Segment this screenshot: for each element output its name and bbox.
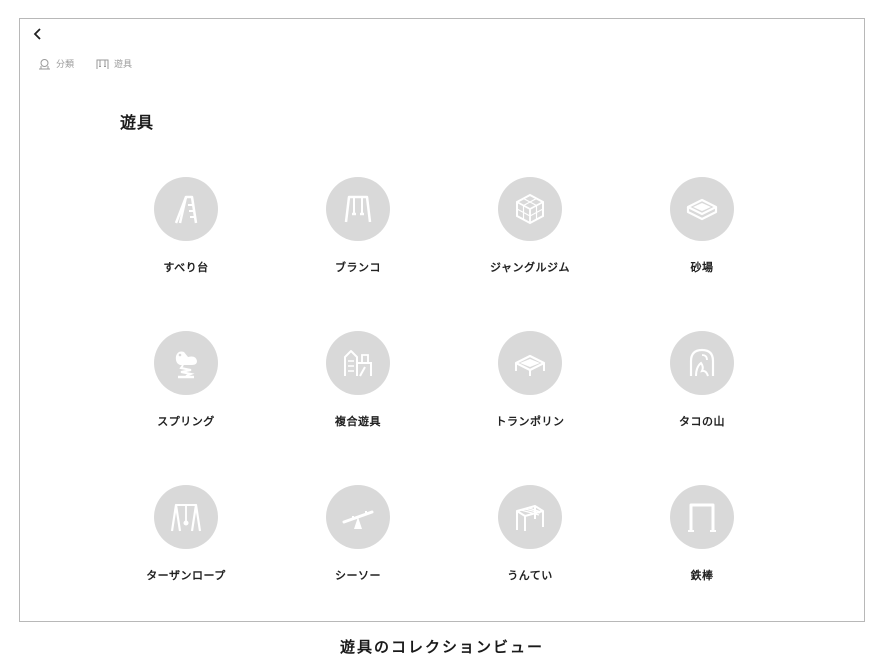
sandbox-icon bbox=[686, 198, 718, 221]
icon-circle bbox=[498, 331, 562, 395]
grid-item-slide[interactable]: すべり台 bbox=[100, 159, 272, 313]
trampoline-icon bbox=[514, 354, 546, 376]
icon-circle bbox=[326, 485, 390, 549]
breadcrumb-item-category[interactable]: 分類 bbox=[38, 57, 74, 70]
tarzan-rope-icon bbox=[170, 503, 202, 532]
chevron-left-icon bbox=[33, 28, 41, 40]
combination-play-icon bbox=[344, 350, 372, 377]
item-label: ターザンロープ bbox=[146, 569, 226, 582]
swing-icon bbox=[344, 195, 372, 223]
grid-item-jungle-gym[interactable]: ジャングルジム bbox=[444, 159, 616, 313]
app-window: 分類 遊具 遊具 すべり台 ブランコ ジャングルジム 砂場 スプリング 複合遊具… bbox=[19, 18, 865, 622]
item-label: スプリング bbox=[157, 415, 215, 428]
monkey-bars-icon bbox=[516, 505, 544, 531]
grid-item-horizontal-bar[interactable]: 鉄棒 bbox=[616, 467, 788, 621]
grid-item-octopus-mountain[interactable]: タコの山 bbox=[616, 313, 788, 467]
icon-circle bbox=[670, 485, 734, 549]
grid-item-swing[interactable]: ブランコ bbox=[272, 159, 444, 313]
spring-rider-icon bbox=[175, 351, 197, 379]
breadcrumb-label: 分類 bbox=[56, 60, 75, 70]
back-button[interactable] bbox=[30, 26, 46, 42]
icon-circle bbox=[670, 177, 734, 241]
grid-item-tarzan-rope[interactable]: ターザンロープ bbox=[100, 467, 272, 621]
playground-grid: すべり台 ブランコ ジャングルジム 砂場 スプリング 複合遊具 トランポリン タ… bbox=[100, 159, 788, 621]
grid-item-seesaw[interactable]: シーソー bbox=[272, 467, 444, 621]
playground-icon bbox=[96, 59, 109, 69]
icon-circle bbox=[154, 331, 218, 395]
horizontal-bar-icon bbox=[688, 503, 716, 532]
item-label: ブランコ bbox=[335, 261, 381, 274]
seesaw-icon bbox=[342, 510, 374, 529]
slide-icon bbox=[174, 195, 198, 224]
icon-circle bbox=[154, 177, 218, 241]
page-title: 遊具 bbox=[120, 113, 155, 132]
icon-circle bbox=[498, 485, 562, 549]
icon-circle bbox=[498, 177, 562, 241]
jungle-gym-icon bbox=[516, 193, 544, 225]
grid-item-trampoline[interactable]: トランポリン bbox=[444, 313, 616, 467]
grid-item-sandbox[interactable]: 砂場 bbox=[616, 159, 788, 313]
figure-caption: 遊具のコレクションビュー bbox=[339, 638, 544, 656]
icon-circle bbox=[326, 177, 390, 241]
octopus-mountain-icon bbox=[689, 348, 715, 377]
item-label: うんてい bbox=[507, 569, 553, 582]
item-label: 砂場 bbox=[690, 261, 714, 274]
icon-circle bbox=[670, 331, 734, 395]
breadcrumb: 分類 遊具 bbox=[38, 57, 154, 70]
grid-item-spring-rider[interactable]: スプリング bbox=[100, 313, 272, 467]
icon-circle bbox=[326, 331, 390, 395]
category-icon bbox=[39, 58, 50, 69]
item-label: 複合遊具 bbox=[335, 415, 381, 428]
icon-circle bbox=[154, 485, 218, 549]
breadcrumb-item-playground[interactable]: 遊具 bbox=[96, 57, 132, 70]
item-label: トランポリン bbox=[495, 415, 565, 428]
item-label: すべり台 bbox=[163, 261, 209, 274]
item-label: ジャングルジム bbox=[490, 261, 570, 274]
grid-item-combination-play[interactable]: 複合遊具 bbox=[272, 313, 444, 467]
item-label: 鉄棒 bbox=[690, 569, 714, 582]
grid-item-monkey-bars[interactable]: うんてい bbox=[444, 467, 616, 621]
breadcrumb-label: 遊具 bbox=[114, 60, 133, 70]
item-label: タコの山 bbox=[679, 415, 725, 428]
item-label: シーソー bbox=[335, 569, 381, 582]
